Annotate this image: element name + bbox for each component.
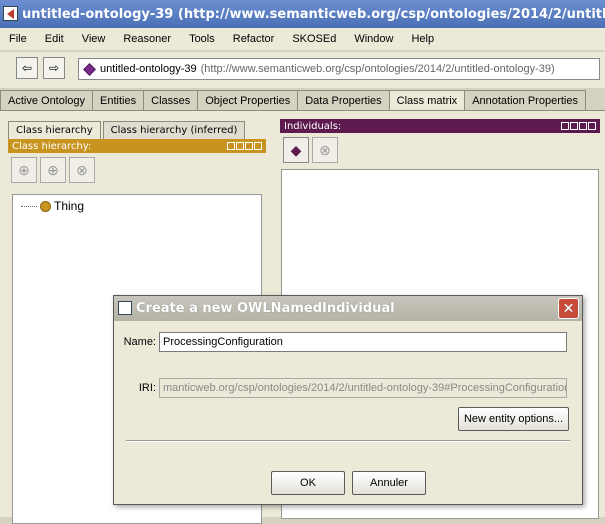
navigation-bar: ⇦ ⇨ untitled-ontology-39 (http://www.sem… <box>0 52 605 88</box>
class-hierarchy-subtabs: Class hierarchy Class hierarchy (inferre… <box>8 121 266 139</box>
panel-window-controls <box>561 122 596 130</box>
subtab-class-hierarchy[interactable]: Class hierarchy <box>8 121 101 139</box>
subtab-class-hierarchy-inferred[interactable]: Class hierarchy (inferred) <box>102 121 246 139</box>
menu-view[interactable]: View <box>73 33 115 45</box>
create-individual-dialog: Create a new OWLNamedIndividual ✕ Name: … <box>113 295 583 505</box>
name-label: Name: <box>123 336 156 348</box>
maximize-icon[interactable] <box>579 122 587 130</box>
tab-class-matrix[interactable]: Class matrix <box>388 90 466 110</box>
dialog-separator <box>126 440 570 442</box>
class-hierarchy-title: Class hierarchy: <box>12 140 92 152</box>
split-icon[interactable] <box>227 142 235 150</box>
arrow-left-icon: ⇦ <box>21 61 33 75</box>
arrow-right-icon: ⇨ <box>48 61 60 75</box>
delete-individual-button[interactable]: ⊗ <box>312 137 338 163</box>
menu-refactor[interactable]: Refactor <box>224 33 284 45</box>
dialog-title: Create a new OWLNamedIndividual <box>136 301 395 316</box>
menu-edit[interactable]: Edit <box>36 33 73 45</box>
menu-window[interactable]: Window <box>345 33 402 45</box>
add-sibling-icon: ⊕ <box>47 161 59 178</box>
name-input[interactable]: ProcessingConfiguration <box>159 332 567 352</box>
ontology-iri: (http://www.semanticweb.org/csp/ontologi… <box>200 63 555 75</box>
forward-button[interactable]: ⇨ <box>43 57 65 79</box>
dialog-close-button[interactable]: ✕ <box>558 298 579 319</box>
name-row: Name: ProcessingConfiguration <box>114 332 567 352</box>
individuals-title: Individuals: <box>284 120 342 132</box>
protege-app-icon <box>3 6 18 21</box>
new-entity-options-button[interactable]: New entity options... <box>458 407 569 431</box>
minimize-icon[interactable] <box>570 122 578 130</box>
iri-row: IRI: manticweb.org/csp/ontologies/2014/2… <box>114 378 567 398</box>
close-icon[interactable] <box>588 122 596 130</box>
add-subclass-button[interactable]: ⊕ <box>11 157 37 183</box>
dialog-title-bar: Create a new OWLNamedIndividual ✕ <box>114 296 582 321</box>
add-sibling-button[interactable]: ⊕ <box>40 157 66 183</box>
add-individual-button[interactable]: ◆ <box>283 137 309 163</box>
cancel-button[interactable]: Annuler <box>352 471 426 495</box>
menu-skosed[interactable]: SKOSEd <box>283 33 345 45</box>
protege-app-icon <box>118 301 132 315</box>
panel-window-controls <box>227 142 262 150</box>
delete-icon: ⊗ <box>76 161 88 178</box>
tab-entities[interactable]: Entities <box>92 90 145 110</box>
individuals-toolbar: ◆ ⊗ <box>280 133 600 167</box>
tab-data-properties[interactable]: Data Properties <box>297 90 390 110</box>
menu-bar: File Edit View Reasoner Tools Refactor S… <box>0 28 605 50</box>
iri-label: IRI: <box>138 382 156 394</box>
class-toolbar: ⊕ ⊕ ⊗ <box>8 153 266 187</box>
tab-active-ontology[interactable]: Active Ontology <box>0 90 94 110</box>
back-button[interactable]: ⇦ <box>16 57 38 79</box>
tab-object-properties[interactable]: Object Properties <box>197 90 299 110</box>
add-subclass-icon: ⊕ <box>18 161 30 178</box>
ontology-address-field[interactable]: untitled-ontology-39 (http://www.semanti… <box>78 58 600 80</box>
tree-connector <box>21 205 37 207</box>
menu-reasoner[interactable]: Reasoner <box>114 33 180 45</box>
class-hierarchy-header: Class hierarchy: <box>8 139 266 153</box>
window-title-bar: untitled-ontology-39 (http://www.semanti… <box>0 0 605 28</box>
tab-annotation-properties[interactable]: Annotation Properties <box>464 90 586 110</box>
maximize-icon[interactable] <box>245 142 253 150</box>
menu-file[interactable]: File <box>0 33 36 45</box>
tab-classes[interactable]: Classes <box>143 90 199 110</box>
split-icon[interactable] <box>561 122 569 130</box>
close-icon[interactable] <box>254 142 262 150</box>
main-tabs: Active Ontology Entities Classes Object … <box>0 90 605 110</box>
individuals-header: Individuals: <box>280 119 600 133</box>
delete-class-button[interactable]: ⊗ <box>69 157 95 183</box>
ontology-icon <box>83 62 96 76</box>
add-individual-icon: ◆ <box>290 141 302 158</box>
class-icon <box>40 200 51 212</box>
ontology-name: untitled-ontology-39 <box>100 63 197 75</box>
minimize-icon[interactable] <box>236 142 244 150</box>
iri-input[interactable]: manticweb.org/csp/ontologies/2014/2/unti… <box>159 378 567 398</box>
ok-button[interactable]: OK <box>271 471 345 495</box>
window-title: untitled-ontology-39 (http://www.semanti… <box>22 6 605 22</box>
tree-node-thing[interactable]: Thing <box>21 199 84 213</box>
menu-help[interactable]: Help <box>402 33 443 45</box>
tree-node-label: Thing <box>54 199 85 213</box>
close-icon: ✕ <box>562 300 575 317</box>
delete-icon: ⊗ <box>319 141 331 158</box>
menu-tools[interactable]: Tools <box>180 33 224 45</box>
